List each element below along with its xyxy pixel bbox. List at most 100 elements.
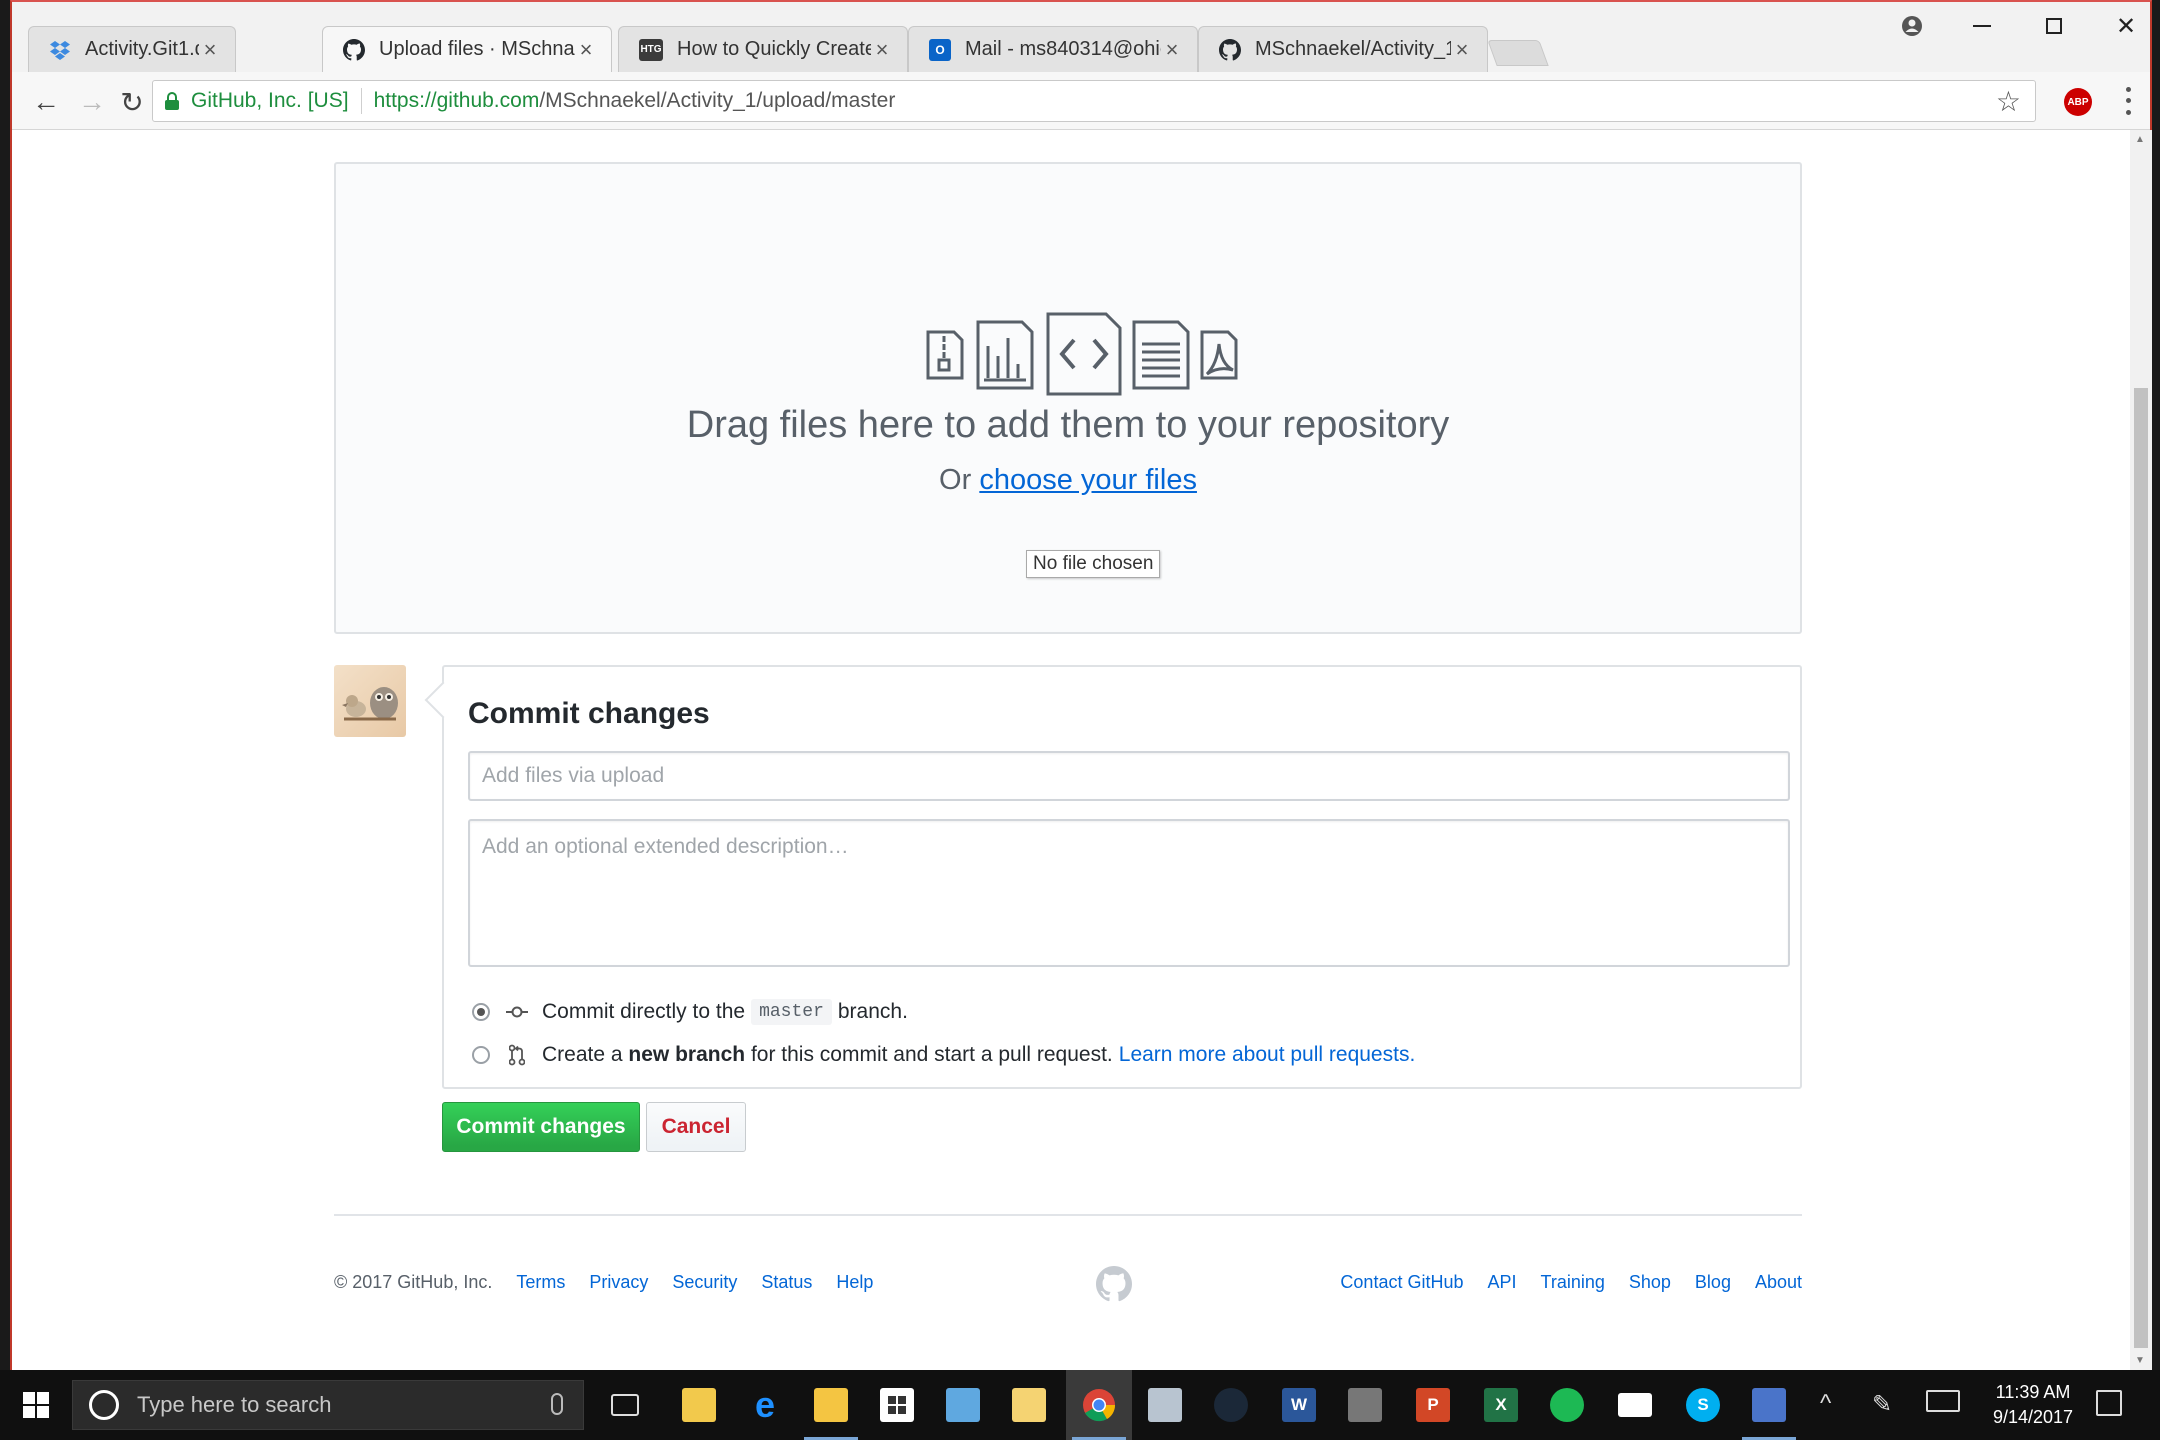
file-input[interactable]: No file chosen bbox=[1026, 550, 1161, 578]
tray-chevron-up-icon[interactable]: ^ bbox=[1820, 1390, 1831, 1418]
minimize-icon[interactable] bbox=[1954, 6, 2010, 46]
control-panel-icon[interactable] bbox=[930, 1370, 996, 1440]
commit-direct-radio[interactable] bbox=[472, 1003, 490, 1021]
footer-link-privacy[interactable]: Privacy bbox=[589, 1272, 648, 1293]
lock-icon bbox=[165, 92, 179, 110]
copyright-text: © 2017 GitHub, Inc. bbox=[334, 1272, 493, 1292]
pen-icon[interactable]: ✎ bbox=[1872, 1390, 1892, 1419]
powerpoint-icon[interactable]: P bbox=[1400, 1370, 1466, 1440]
commit-summary-input[interactable] bbox=[468, 751, 1790, 801]
tab-title: Upload files · MSchnaeke bbox=[379, 38, 575, 60]
taskbar-clock[interactable]: 11:39 AM 9/14/2017 bbox=[1978, 1380, 2088, 1430]
tab-htg-article[interactable]: HTG How to Quickly Create a × bbox=[618, 26, 908, 72]
maximize-icon[interactable] bbox=[2026, 6, 2082, 46]
edge-icon[interactable]: e bbox=[732, 1370, 798, 1440]
git-commit-icon bbox=[506, 1005, 528, 1019]
footer-link-training[interactable]: Training bbox=[1541, 1272, 1605, 1293]
bookmark-star-icon[interactable]: ☆ bbox=[1996, 85, 2021, 118]
folder-icon[interactable] bbox=[798, 1370, 864, 1440]
forward-arrow-icon[interactable]: → bbox=[72, 82, 112, 122]
github-icon bbox=[1219, 38, 1241, 61]
task-view-icon[interactable] bbox=[592, 1370, 658, 1440]
tab-close-icon[interactable]: × bbox=[575, 37, 597, 63]
microphone-icon[interactable] bbox=[551, 1393, 563, 1415]
adblock-icon[interactable]: ABP bbox=[2064, 88, 2092, 116]
browser-menu-icon[interactable] bbox=[2120, 84, 2136, 118]
excel-icon[interactable]: X bbox=[1468, 1370, 1534, 1440]
tab-mail[interactable]: O Mail - ms840314@ohio.e × bbox=[908, 26, 1198, 72]
footer-link-api[interactable]: API bbox=[1487, 1272, 1516, 1293]
store-icon[interactable] bbox=[864, 1370, 930, 1440]
drop-zone-subtext: Or choose your files bbox=[336, 464, 1800, 497]
windows-taskbar: Type here to search e W P X S ^ ✎ 11:39 … bbox=[0, 1370, 2160, 1440]
clock-date: 9/14/2017 bbox=[1992, 1407, 2074, 1427]
tab-close-icon[interactable]: × bbox=[1161, 37, 1183, 63]
github-icon bbox=[343, 38, 365, 61]
page-scrollbar[interactable]: ▲ ▼ bbox=[2130, 130, 2152, 1370]
scroll-thumb[interactable] bbox=[2134, 388, 2148, 1348]
commit-direct-suffix: branch. bbox=[837, 1000, 908, 1023]
cancel-button[interactable]: Cancel bbox=[646, 1102, 746, 1152]
tab-close-icon[interactable]: × bbox=[871, 37, 893, 63]
github-mark-icon[interactable] bbox=[1096, 1266, 1132, 1302]
footer-link-blog[interactable]: Blog bbox=[1695, 1272, 1731, 1293]
address-bar[interactable]: GitHub, Inc. [US] https://github.com /MS… bbox=[152, 80, 2036, 122]
tab-upload-files[interactable]: Upload files · MSchnaeke × bbox=[322, 26, 612, 72]
server-icon[interactable] bbox=[1332, 1370, 1398, 1440]
upload-drop-zone[interactable]: Drag files here to add them to your repo… bbox=[334, 162, 1802, 634]
outlook-icon: O bbox=[929, 38, 951, 61]
footer-link-help[interactable]: Help bbox=[836, 1272, 873, 1293]
documents-icon[interactable] bbox=[996, 1370, 1062, 1440]
scroll-up-arrow-icon[interactable]: ▲ bbox=[2135, 134, 2145, 145]
footer-link-shop[interactable]: Shop bbox=[1629, 1272, 1671, 1293]
avatar[interactable] bbox=[334, 665, 406, 737]
reload-icon[interactable]: ↻ bbox=[112, 82, 152, 122]
new-branch-label-bold: new branch bbox=[628, 1043, 746, 1066]
commit-direct-label: Commit directly to the bbox=[542, 1000, 746, 1023]
keyboard-icon[interactable] bbox=[1926, 1390, 1960, 1412]
tab-close-icon[interactable]: × bbox=[199, 37, 221, 63]
footer-link-security[interactable]: Security bbox=[672, 1272, 737, 1293]
browser-tab-strip: Activity.Git1.doc × Upload files · MSchn… bbox=[12, 2, 2150, 72]
footer-link-contact[interactable]: Contact GitHub bbox=[1340, 1272, 1463, 1293]
mail-icon[interactable] bbox=[1602, 1370, 1668, 1440]
skype-icon[interactable]: S bbox=[1670, 1370, 1736, 1440]
word-icon[interactable]: W bbox=[1266, 1370, 1332, 1440]
spotify-icon[interactable] bbox=[1534, 1370, 1600, 1440]
branch-name: master bbox=[751, 999, 832, 1025]
scroll-down-arrow-icon[interactable]: ▼ bbox=[2135, 1355, 2145, 1366]
close-window-icon[interactable]: ✕ bbox=[2098, 6, 2154, 46]
footer-right: Contact GitHub API Training Shop Blog Ab… bbox=[1316, 1272, 1802, 1293]
chrome-icon[interactable] bbox=[1066, 1370, 1132, 1440]
new-tab-button[interactable] bbox=[1487, 40, 1549, 66]
tab-title: Activity.Git1.doc bbox=[85, 38, 199, 60]
learn-more-link[interactable]: Learn more about pull requests. bbox=[1119, 1043, 1416, 1067]
htg-icon: HTG bbox=[639, 38, 663, 61]
steam-icon[interactable] bbox=[1198, 1370, 1264, 1440]
cortana-icon bbox=[89, 1390, 119, 1420]
back-arrow-icon[interactable]: ← bbox=[26, 82, 66, 122]
scanner-icon[interactable] bbox=[1132, 1370, 1198, 1440]
tab-activity-repo[interactable]: MSchnaekel/Activity_1 × bbox=[1198, 26, 1488, 72]
file-explorer-icon[interactable] bbox=[666, 1370, 732, 1440]
new-branch-label-suffix: for this commit and start a pull request… bbox=[750, 1043, 1113, 1066]
drop-zone-heading: Drag files here to add them to your repo… bbox=[686, 404, 1450, 446]
dropbox-icon bbox=[49, 39, 71, 61]
footer-link-about[interactable]: About bbox=[1755, 1272, 1802, 1293]
tab-activity-doc[interactable]: Activity.Git1.doc × bbox=[28, 26, 236, 72]
footer-link-terms[interactable]: Terms bbox=[516, 1272, 565, 1293]
choose-files-link[interactable]: choose your files bbox=[979, 464, 1197, 496]
commit-direct-option[interactable]: Commit directly to the master branch. bbox=[472, 999, 908, 1025]
windows-start-icon[interactable] bbox=[0, 1370, 72, 1440]
action-center-icon[interactable] bbox=[2096, 1390, 2122, 1416]
new-branch-radio[interactable] bbox=[472, 1046, 490, 1064]
commit-description-textarea[interactable] bbox=[468, 819, 1790, 967]
taskbar-search-box[interactable]: Type here to search bbox=[72, 1380, 584, 1430]
footer-link-status[interactable]: Status bbox=[761, 1272, 812, 1293]
profile-icon[interactable] bbox=[1884, 6, 1940, 46]
network-icon[interactable] bbox=[1736, 1370, 1802, 1440]
new-branch-option[interactable]: Create a new branch for this commit and … bbox=[472, 1043, 1415, 1067]
tab-close-icon[interactable]: × bbox=[1451, 37, 1473, 63]
commit-changes-button[interactable]: Commit changes bbox=[442, 1102, 640, 1152]
new-branch-label-prefix: Create a bbox=[542, 1043, 623, 1066]
